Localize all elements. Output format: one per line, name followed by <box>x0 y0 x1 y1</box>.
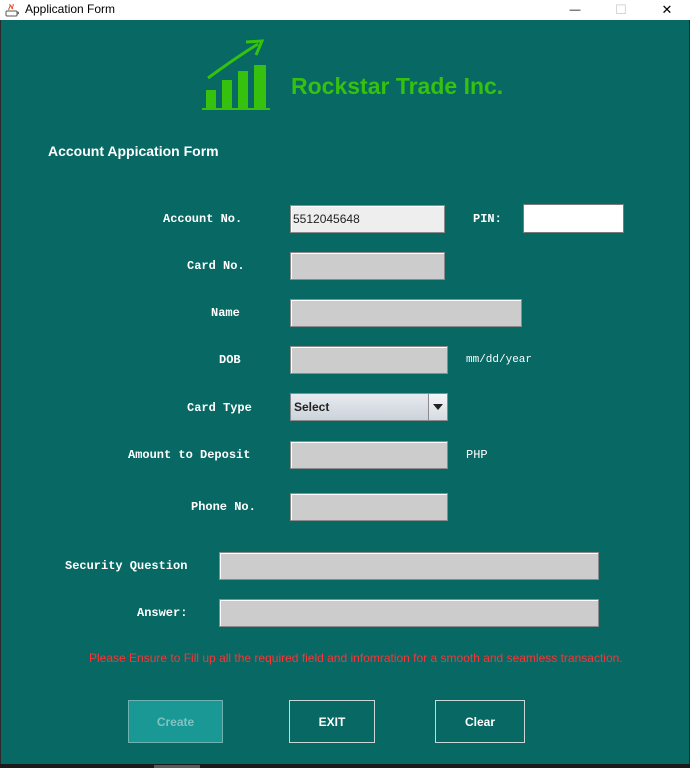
window-bottom-edge <box>0 764 690 768</box>
amount-label: Amount to Deposit <box>128 448 251 462</box>
dob-label: DOB <box>219 353 241 367</box>
account-no-label: Account No. <box>163 212 243 226</box>
warning-message: Please Ensure to Fill up all the require… <box>89 651 623 665</box>
minimize-icon: — <box>569 4 581 16</box>
amount-field[interactable] <box>290 441 448 469</box>
maximize-icon: ☐ <box>615 2 627 17</box>
close-button[interactable]: ✕ <box>644 0 690 20</box>
card-type-select[interactable]: Select <box>290 393 448 421</box>
answer-label: Answer: <box>137 606 188 620</box>
dob-format-hint: mm/dd/year <box>466 354 533 366</box>
card-type-selected-value: Select <box>294 400 330 414</box>
clear-button[interactable]: Clear <box>435 700 525 743</box>
name-label: Name <box>211 306 240 320</box>
card-no-field[interactable] <box>290 252 445 280</box>
form-title: Account Appication Form <box>48 143 219 159</box>
title-bar[interactable]: Application Form — ☐ ✕ <box>0 0 690 20</box>
card-type-label: Card Type <box>187 401 252 415</box>
frame-border-left <box>0 20 1 768</box>
pin-field[interactable] <box>523 204 624 233</box>
dob-field[interactable] <box>290 346 448 374</box>
phone-field[interactable] <box>290 493 448 521</box>
card-no-label: Card No. <box>187 259 245 273</box>
account-no-field[interactable] <box>290 205 445 233</box>
close-icon: ✕ <box>661 2 673 17</box>
security-question-label: Security Question <box>65 559 188 573</box>
java-app-icon <box>5 3 19 17</box>
pin-label: PIN: <box>473 212 502 226</box>
chevron-down-icon[interactable] <box>428 394 447 420</box>
exit-button[interactable]: EXIT <box>289 700 375 743</box>
currency-label: PHP <box>466 448 488 462</box>
security-question-field[interactable] <box>219 552 599 580</box>
minimize-button[interactable]: — <box>552 0 598 20</box>
maximize-button[interactable]: ☐ <box>598 0 644 20</box>
create-button[interactable]: Create <box>128 700 223 743</box>
phone-label: Phone No. <box>191 500 256 514</box>
name-field[interactable] <box>290 299 522 327</box>
window-title: Application Form <box>25 2 116 16</box>
company-name: Rockstar Trade Inc. <box>291 73 504 99</box>
answer-field[interactable] <box>219 599 599 627</box>
growth-chart-icon <box>202 39 270 110</box>
